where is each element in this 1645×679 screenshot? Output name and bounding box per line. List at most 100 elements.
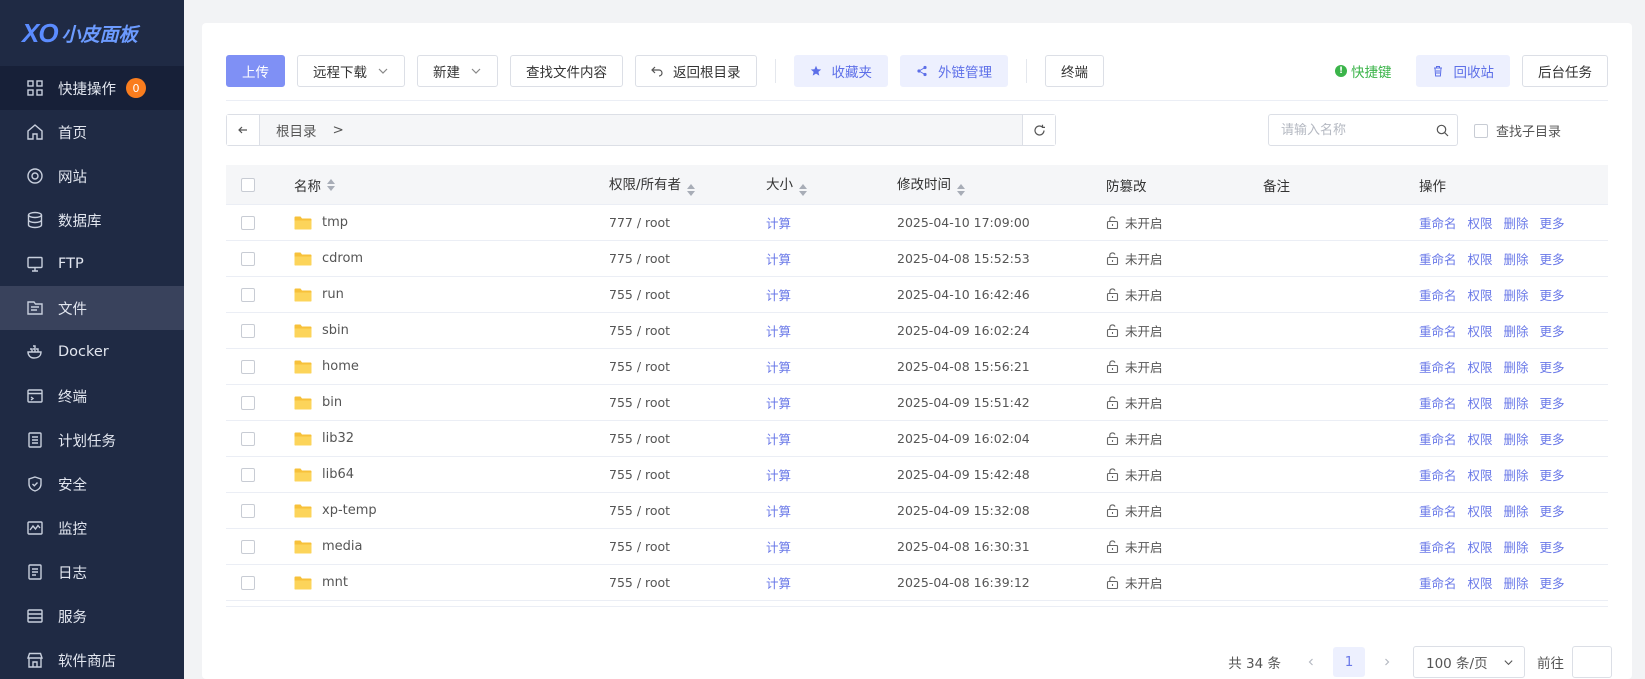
file-name-cell[interactable]: mnt [294,575,609,590]
delete-link[interactable]: 删除 [1504,213,1529,232]
more-link[interactable]: 更多 [1540,249,1565,268]
permission-link[interactable]: 权限 [1468,213,1493,232]
header-perm[interactable]: 权限/所有者 [609,173,766,196]
calculate-size-link[interactable]: 计算 [766,360,791,375]
file-name[interactable]: run [322,287,344,302]
file-name[interactable]: media [322,539,363,554]
row-checkbox[interactable] [241,323,255,338]
row-checkbox[interactable] [241,539,255,554]
file-name[interactable]: lib64 [322,467,354,482]
delete-link[interactable]: 删除 [1504,465,1529,484]
back-root-button[interactable]: 返回根目录 [635,55,757,87]
row-checkbox[interactable] [241,503,255,518]
table-row[interactable]: mnt 755 / root 计算 2025-04-08 16:39:12 未开启 重命名… [226,565,1608,601]
permission-owner[interactable]: 755 / root [609,431,766,446]
sort-icon[interactable] [957,184,965,196]
file-name-cell[interactable]: cdrom [294,251,609,266]
rename-link[interactable]: 重命名 [1419,249,1457,268]
file-name[interactable]: lib32 [322,431,354,446]
tamper-status[interactable]: 未开启 [1106,357,1263,376]
file-name-cell[interactable]: run [294,287,609,302]
sidebar-item-log[interactable]: 日志 [0,550,184,594]
delete-link[interactable]: 删除 [1504,393,1529,412]
permission-link[interactable]: 权限 [1468,357,1493,376]
more-link[interactable]: 更多 [1540,429,1565,448]
delete-link[interactable]: 删除 [1504,285,1529,304]
header-size[interactable]: 大小 [766,173,897,196]
row-checkbox[interactable] [241,467,255,482]
tamper-status[interactable]: 未开启 [1106,537,1263,556]
sidebar-item-shield[interactable]: 安全 [0,462,184,506]
sidebar-item-docker[interactable]: Docker [0,330,184,374]
terminal-button[interactable]: 终端 [1045,55,1104,87]
file-name[interactable]: xp-temp [322,503,377,518]
table-row[interactable]: lib32 755 / root 计算 2025-04-09 16:02:04 未开启 重… [226,421,1608,457]
upload-button[interactable]: 上传 [226,55,285,87]
file-name-cell[interactable]: home [294,359,609,374]
file-name-cell[interactable]: bin [294,395,609,410]
permission-link[interactable]: 权限 [1468,429,1493,448]
row-checkbox[interactable] [241,431,255,446]
logo[interactable]: XO 小皮面板 [0,0,184,66]
sort-icon[interactable] [799,184,807,196]
permission-owner[interactable]: 755 / root [609,575,766,590]
calculate-size-link[interactable]: 计算 [766,540,791,555]
file-name[interactable]: tmp [322,215,348,230]
breadcrumb[interactable]: 根目录 > [260,115,1022,145]
permission-owner[interactable]: 755 / root [609,503,766,518]
header-name[interactable]: 名称 [294,175,609,195]
permission-link[interactable]: 权限 [1468,321,1493,340]
search-subdir-checkbox[interactable]: 查找子目录 [1474,121,1561,140]
delete-link[interactable]: 删除 [1504,429,1529,448]
permission-owner[interactable]: 755 / root [609,539,766,554]
permission-link[interactable]: 权限 [1468,537,1493,556]
row-checkbox[interactable] [241,287,255,302]
permission-owner[interactable]: 755 / root [609,395,766,410]
prev-page-button[interactable] [1297,657,1325,667]
sidebar-item-ftp[interactable]: FTP [0,242,184,286]
permission-owner[interactable]: 755 / root [609,467,766,482]
sort-icon[interactable] [327,178,335,191]
row-checkbox[interactable] [241,395,255,410]
tamper-status[interactable]: 未开启 [1106,285,1263,304]
next-page-button[interactable] [1373,657,1401,667]
search-input[interactable] [1269,122,1427,138]
row-checkbox[interactable] [241,215,255,230]
calculate-size-link[interactable]: 计算 [766,216,791,231]
permission-link[interactable]: 权限 [1468,501,1493,520]
refresh-button[interactable] [1022,115,1055,145]
calculate-size-link[interactable]: 计算 [766,468,791,483]
permission-owner[interactable]: 755 / root [609,287,766,302]
table-row[interactable]: opt755 / root计算2025-04-08 17:19:30未开启重命名… [226,601,1608,606]
back-button[interactable] [227,115,260,145]
rename-link[interactable]: 重命名 [1419,285,1457,304]
more-link[interactable]: 更多 [1540,393,1565,412]
select-all-checkbox[interactable] [241,177,255,192]
table-row[interactable]: xp-temp 755 / root 计算 2025-04-09 15:32:08 未开… [226,493,1608,529]
more-link[interactable]: 更多 [1540,465,1565,484]
calculate-size-link[interactable]: 计算 [766,432,791,447]
permission-owner[interactable]: 755 / root [609,359,766,374]
table-row[interactable]: cdrom 775 / root 计算 2025-04-08 15:52:53 未开启 重… [226,241,1608,277]
table-row[interactable]: lib64 755 / root 计算 2025-04-09 15:42:48 未开启 重… [226,457,1608,493]
permission-link[interactable]: 权限 [1468,573,1493,592]
row-checkbox[interactable] [241,575,255,590]
rename-link[interactable]: 重命名 [1419,465,1457,484]
more-link[interactable]: 更多 [1540,285,1565,304]
new-button[interactable]: 新建 [417,55,498,87]
background-tasks-button[interactable]: 后台任务 [1522,55,1608,87]
sidebar-item-folder[interactable]: 文件 [0,286,184,330]
tamper-status[interactable]: 未开启 [1106,393,1263,412]
calculate-size-link[interactable]: 计算 [766,576,791,591]
more-link[interactable]: 更多 [1540,357,1565,376]
file-name[interactable]: cdrom [322,251,363,266]
table-row[interactable]: run 755 / root 计算 2025-04-10 16:42:46 未开启 重命名… [226,277,1608,313]
permission-owner[interactable]: 775 / root [609,251,766,266]
favorites-button[interactable]: 收藏夹 [793,55,888,87]
tamper-status[interactable]: 未开启 [1106,429,1263,448]
rename-link[interactable]: 重命名 [1419,357,1457,376]
permission-link[interactable]: 权限 [1468,285,1493,304]
sidebar-item-terminal[interactable]: 终端 [0,374,184,418]
rename-link[interactable]: 重命名 [1419,429,1457,448]
sidebar-item-grid[interactable]: 快捷操作 0 [0,66,184,110]
